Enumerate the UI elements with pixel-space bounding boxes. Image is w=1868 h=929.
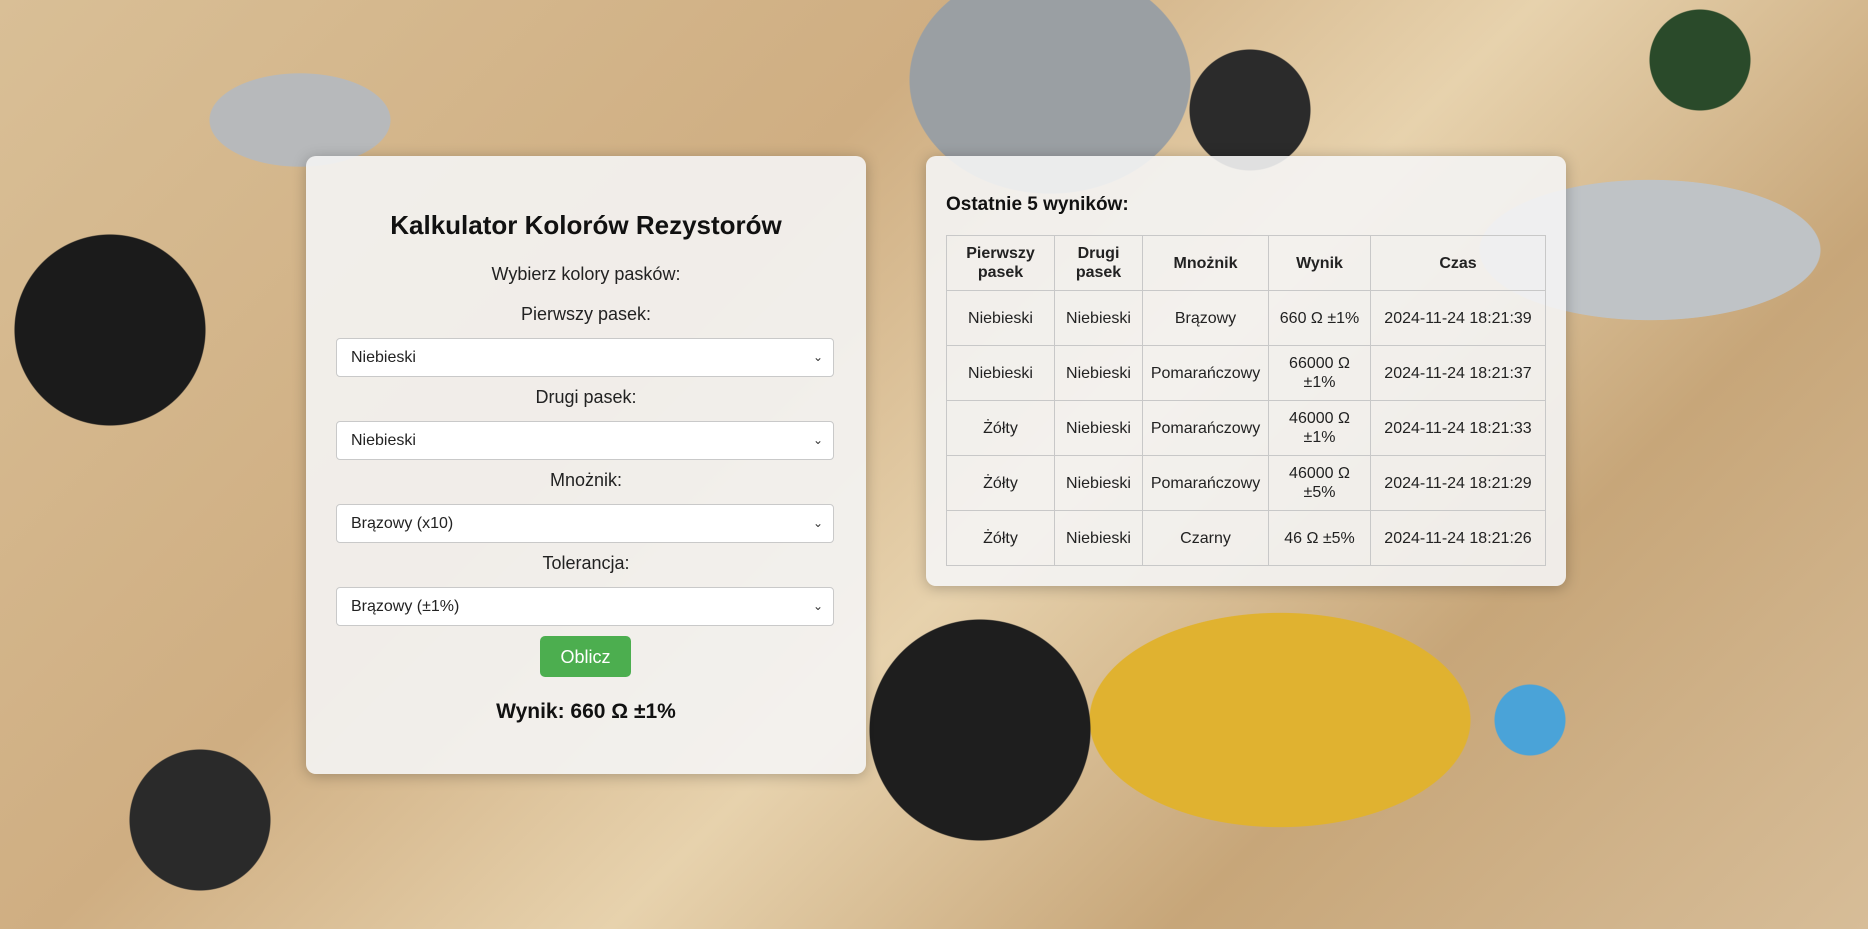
cell-time: 2024-11-24 18:21:29 xyxy=(1370,455,1546,511)
cell-multiplier: Brązowy xyxy=(1142,290,1269,346)
tolerance-select[interactable]: Brązowy (±1%) ⌄ xyxy=(336,587,834,626)
cell-multiplier: Pomarańczowy xyxy=(1142,400,1269,456)
cell-second-band: Niebieski xyxy=(1054,290,1143,346)
second-band-select[interactable]: Niebieski ⌄ xyxy=(336,421,834,460)
history-table: Pierwszy pasek Drugi pasek Mnożnik Wynik… xyxy=(946,235,1546,566)
instructions-text: Wybierz kolory pasków: xyxy=(491,264,681,284)
cell-result: 46000 Ω ±5% xyxy=(1268,455,1371,511)
cell-first-band: Żółty xyxy=(946,400,1055,456)
chevron-down-icon: ⌄ xyxy=(812,516,823,530)
first-band-label: Pierwszy pasek: xyxy=(520,304,652,324)
cell-time: 2024-11-24 18:21:33 xyxy=(1370,400,1546,456)
cell-multiplier: Czarny xyxy=(1142,510,1269,566)
cell-time: 2024-11-24 18:21:39 xyxy=(1370,290,1546,346)
cell-first-band: Żółty xyxy=(946,510,1055,566)
table-row: Żółty Niebieski Pomarańczowy 46000 Ω ±1%… xyxy=(946,400,1546,456)
column-header: Czas xyxy=(1370,235,1546,291)
column-header: Pierwszy pasek xyxy=(946,235,1055,291)
cell-first-band: Żółty xyxy=(946,455,1055,511)
page-title: Kalkulator Kolorów Rezystorów xyxy=(390,210,782,240)
cell-result: 660 Ω ±1% xyxy=(1268,290,1371,346)
cell-multiplier: Pomarańczowy xyxy=(1142,455,1269,511)
result-text: Wynik: 660 Ω ±1% xyxy=(496,700,676,723)
cell-first-band: Niebieski xyxy=(946,345,1055,401)
calculator-panel: Kalkulator Kolorów Rezystorów Wybierz ko… xyxy=(306,156,866,774)
history-panel: Ostatnie 5 wyników: Pierwszy pasek Drugi… xyxy=(926,156,1566,586)
cell-second-band: Niebieski xyxy=(1054,455,1143,511)
first-band-select[interactable]: Niebieski ⌄ xyxy=(336,338,834,377)
chevron-down-icon: ⌄ xyxy=(812,599,823,613)
chevron-down-icon: ⌄ xyxy=(812,433,823,447)
multiplier-select[interactable]: Brązowy (x10) ⌄ xyxy=(336,504,834,543)
second-band-label: Drugi pasek: xyxy=(535,387,637,407)
cell-result: 66000 Ω ±1% xyxy=(1268,345,1371,401)
multiplier-value: Brązowy (x10) xyxy=(351,515,454,532)
tolerance-value: Brązowy (±1%) xyxy=(351,598,460,615)
history-title: Ostatnie 5 wyników: xyxy=(946,194,1129,215)
column-header: Wynik xyxy=(1268,235,1371,291)
table-header-row: Pierwszy pasek Drugi pasek Mnożnik Wynik… xyxy=(946,235,1546,291)
table-row: Żółty Niebieski Czarny 46 Ω ±5% 2024-11-… xyxy=(946,510,1546,566)
column-header: Mnożnik xyxy=(1142,235,1269,291)
column-header: Drugi pasek xyxy=(1054,235,1143,291)
cell-second-band: Niebieski xyxy=(1054,510,1143,566)
second-band-value: Niebieski xyxy=(351,432,416,449)
cell-second-band: Niebieski xyxy=(1054,400,1143,456)
cell-first-band: Niebieski xyxy=(946,290,1055,346)
table-row: Niebieski Niebieski Pomarańczowy 66000 Ω… xyxy=(946,345,1546,401)
multiplier-label: Mnożnik: xyxy=(549,470,623,490)
cell-time: 2024-11-24 18:21:37 xyxy=(1370,345,1546,401)
cell-result: 46000 Ω ±1% xyxy=(1268,400,1371,456)
first-band-value: Niebieski xyxy=(351,349,416,366)
cell-time: 2024-11-24 18:21:26 xyxy=(1370,510,1546,566)
table-row: Niebieski Niebieski Brązowy 660 Ω ±1% 20… xyxy=(946,290,1546,346)
cell-multiplier: Pomarańczowy xyxy=(1142,345,1269,401)
calculate-button[interactable]: Oblicz xyxy=(540,636,631,677)
table-row: Żółty Niebieski Pomarańczowy 46000 Ω ±5%… xyxy=(946,455,1546,511)
cell-second-band: Niebieski xyxy=(1054,345,1143,401)
chevron-down-icon: ⌄ xyxy=(812,350,823,364)
tolerance-label: Tolerancja: xyxy=(542,553,630,573)
cell-result: 46 Ω ±5% xyxy=(1268,510,1371,566)
